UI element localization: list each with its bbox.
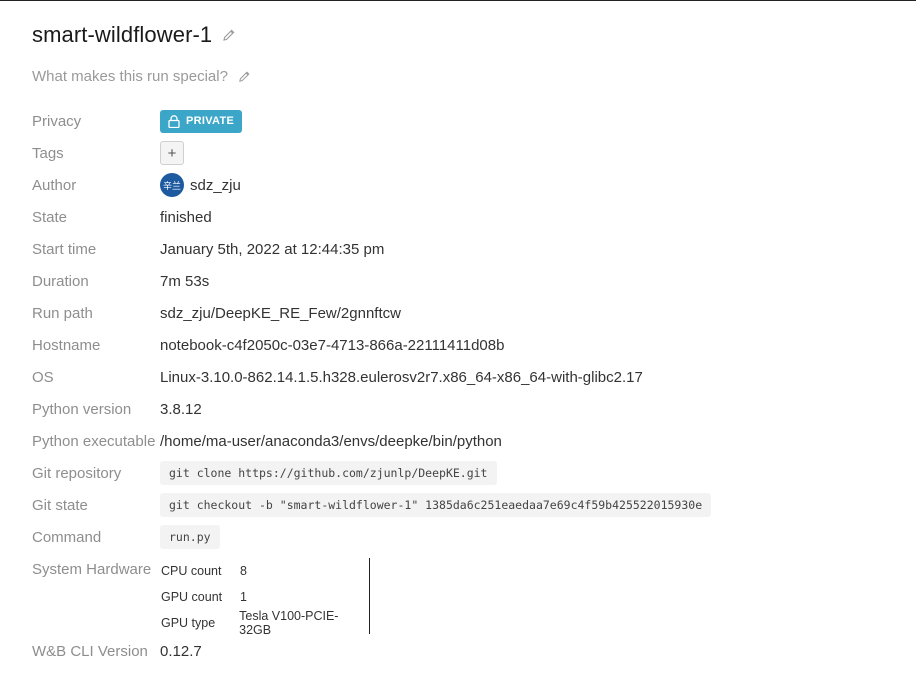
tags-row: Tags + xyxy=(32,141,184,165)
hw-value: Tesla V100-PCIE-32GB xyxy=(239,609,339,637)
privacy-label: Privacy xyxy=(32,112,82,130)
git-state-label: Git state xyxy=(32,496,88,514)
python-executable-value: /home/ma-user/anaconda3/envs/deepke/bin/… xyxy=(160,432,502,450)
git-repository-code[interactable]: git clone https://github.com/zjunlp/Deep… xyxy=(160,461,497,485)
os-label: OS xyxy=(32,368,54,386)
git-state-row: Git state git checkout -b "smart-wildflo… xyxy=(32,493,712,517)
cli-version-label: W&B CLI Version xyxy=(32,642,148,660)
tags-label: Tags xyxy=(32,144,64,162)
start-time-row: Start time January 5th, 2022 at 12:44:35… xyxy=(32,237,384,261)
author-name[interactable]: sdz_zju xyxy=(190,177,241,194)
hw-key: GPU type xyxy=(161,616,216,630)
python-version-row: Python version 3.8.12 xyxy=(32,397,202,421)
title-row: smart-wildflower-1 xyxy=(32,22,236,48)
run-path-value: sdz_zju/DeepKE_RE_Few/2gnnftcw xyxy=(160,304,401,322)
run-path-label: Run path xyxy=(32,304,93,322)
state-label: State xyxy=(32,208,68,226)
duration-row: Duration 7m 53s xyxy=(32,269,209,293)
duration-value: 7m 53s xyxy=(160,272,210,290)
privacy-row: Privacy PRIVATE xyxy=(32,109,243,133)
lock-icon xyxy=(168,114,180,128)
hw-row-gpu-type: GPU type Tesla V100-PCIE-32GB xyxy=(160,609,369,637)
python-executable-row: Python executable /home/ma-user/anaconda… xyxy=(32,429,502,453)
hw-value: 8 xyxy=(240,564,247,578)
os-row: OS Linux-3.10.0-862.14.1.5.h328.eulerosv… xyxy=(32,365,643,389)
hw-key: CPU count xyxy=(161,564,222,578)
privacy-badge-text: PRIVATE xyxy=(186,115,235,127)
start-time-label: Start time xyxy=(32,240,97,258)
git-repository-row: Git repository git clone https://github.… xyxy=(32,461,497,485)
python-executable-label: Python executable xyxy=(32,432,156,450)
command-row: Command run.py xyxy=(32,525,220,549)
privacy-badge[interactable]: PRIVATE xyxy=(160,109,243,133)
hostname-value: notebook-c4f2050c-03e7-4713-866a-2211141… xyxy=(160,336,505,354)
run-description[interactable]: What makes this run special? xyxy=(32,68,228,85)
system-hardware-row: System Hardware xyxy=(32,557,160,581)
hw-key: GPU count xyxy=(161,590,223,604)
hostname-label: Hostname xyxy=(32,336,101,354)
git-repository-label: Git repository xyxy=(32,464,122,482)
run-title: smart-wildflower-1 xyxy=(32,22,213,47)
start-time-value: January 5th, 2022 at 12:44:35 pm xyxy=(160,240,385,258)
cli-version-value: 0.12.7 xyxy=(160,642,202,660)
python-version-label: Python version xyxy=(32,400,132,418)
command-label: Command xyxy=(32,528,102,546)
avatar[interactable]: 辛兰 xyxy=(160,173,184,197)
command-code[interactable]: run.py xyxy=(160,525,220,549)
system-hardware-label: System Hardware xyxy=(32,560,152,578)
hw-row-gpu-count: GPU count 1 xyxy=(160,584,369,610)
state-row: State finished xyxy=(32,205,212,229)
author-row: Author 辛兰 sdz_zju xyxy=(32,173,241,197)
add-tag-button[interactable]: + xyxy=(160,141,184,165)
edit-description-pencil-icon[interactable] xyxy=(238,70,251,83)
run-path-row: Run path sdz_zju/DeepKE_RE_Few/2gnnftcw xyxy=(32,301,401,325)
description-row[interactable]: What makes this run special? xyxy=(32,68,251,85)
python-version-value: 3.8.12 xyxy=(160,400,202,418)
state-value: finished xyxy=(160,208,212,226)
author-label: Author xyxy=(32,176,77,194)
git-state-code[interactable]: git checkout -b "smart-wildflower-1" 138… xyxy=(160,493,712,517)
top-border xyxy=(0,0,916,1)
hw-value: 1 xyxy=(240,590,247,604)
os-value: Linux-3.10.0-862.14.1.5.h328.eulerosv2r7… xyxy=(160,368,643,386)
cli-version-row: W&B CLI Version 0.12.7 xyxy=(32,639,202,663)
duration-label: Duration xyxy=(32,272,89,290)
system-hardware-table: CPU count 8 GPU count 1 GPU type Tesla V… xyxy=(160,558,370,637)
hw-row-cpu-count: CPU count 8 xyxy=(160,558,369,584)
hostname-row: Hostname notebook-c4f2050c-03e7-4713-866… xyxy=(32,333,504,357)
run-overview-page: smart-wildflower-1 What makes this run s… xyxy=(0,0,916,683)
edit-title-pencil-icon[interactable] xyxy=(222,28,236,42)
